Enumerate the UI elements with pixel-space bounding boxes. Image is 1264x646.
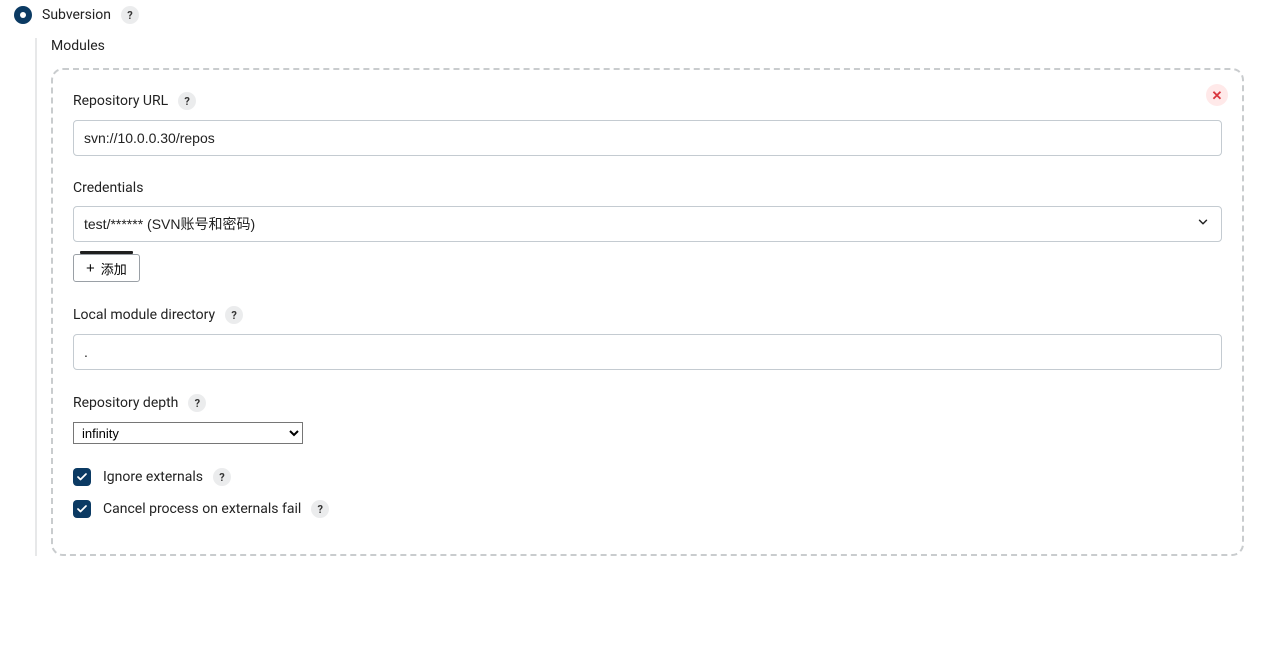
- checkbox-group: Ignore externals ? Cancel process on ext…: [73, 468, 1222, 518]
- section-header: Subversion ?: [14, 6, 1250, 24]
- help-icon[interactable]: ?: [311, 500, 329, 518]
- help-icon[interactable]: ?: [225, 306, 243, 324]
- checkbox-row-ignore-externals: Ignore externals ?: [73, 468, 1222, 486]
- ignore-externals-label: Ignore externals: [103, 469, 203, 485]
- plus-icon: +: [86, 261, 95, 276]
- local-dir-label: Local module directory: [73, 307, 215, 323]
- section-body: Modules ✕ Repository URL ? Credentials t…: [35, 38, 1250, 556]
- credentials-select[interactable]: test/****** (SVN账号和密码): [73, 206, 1222, 242]
- field-local-dir: Local module directory ?: [73, 306, 1222, 370]
- field-credentials: Credentials test/****** (SVN账号和密码) + 添加: [73, 180, 1222, 282]
- modules-label: Modules: [37, 38, 1250, 54]
- local-dir-input[interactable]: [73, 334, 1222, 370]
- module-panel: ✕ Repository URL ? Credentials test/****…: [51, 68, 1244, 556]
- add-button[interactable]: + 添加: [73, 254, 140, 282]
- help-icon[interactable]: ?: [213, 468, 231, 486]
- close-icon[interactable]: ✕: [1206, 84, 1228, 106]
- radio-selected-icon[interactable]: [14, 6, 32, 24]
- help-icon[interactable]: ?: [121, 6, 139, 24]
- field-repository-url: Repository URL ?: [73, 92, 1222, 156]
- help-icon[interactable]: ?: [178, 92, 196, 110]
- repository-url-input[interactable]: [73, 120, 1222, 156]
- repository-url-label: Repository URL: [73, 93, 168, 109]
- cancel-externals-label: Cancel process on externals fail: [103, 501, 301, 517]
- help-icon[interactable]: ?: [188, 394, 206, 412]
- credentials-label: Credentials: [73, 180, 143, 196]
- ignore-externals-checkbox[interactable]: [73, 468, 91, 486]
- add-button-label: 添加: [101, 259, 127, 278]
- cancel-externals-checkbox[interactable]: [73, 500, 91, 518]
- repo-depth-label: Repository depth: [73, 395, 178, 411]
- field-repo-depth: Repository depth ? infinity: [73, 394, 1222, 444]
- section-title: Subversion: [42, 7, 111, 23]
- repo-depth-select[interactable]: infinity: [73, 422, 303, 444]
- checkbox-row-cancel-externals: Cancel process on externals fail ?: [73, 500, 1222, 518]
